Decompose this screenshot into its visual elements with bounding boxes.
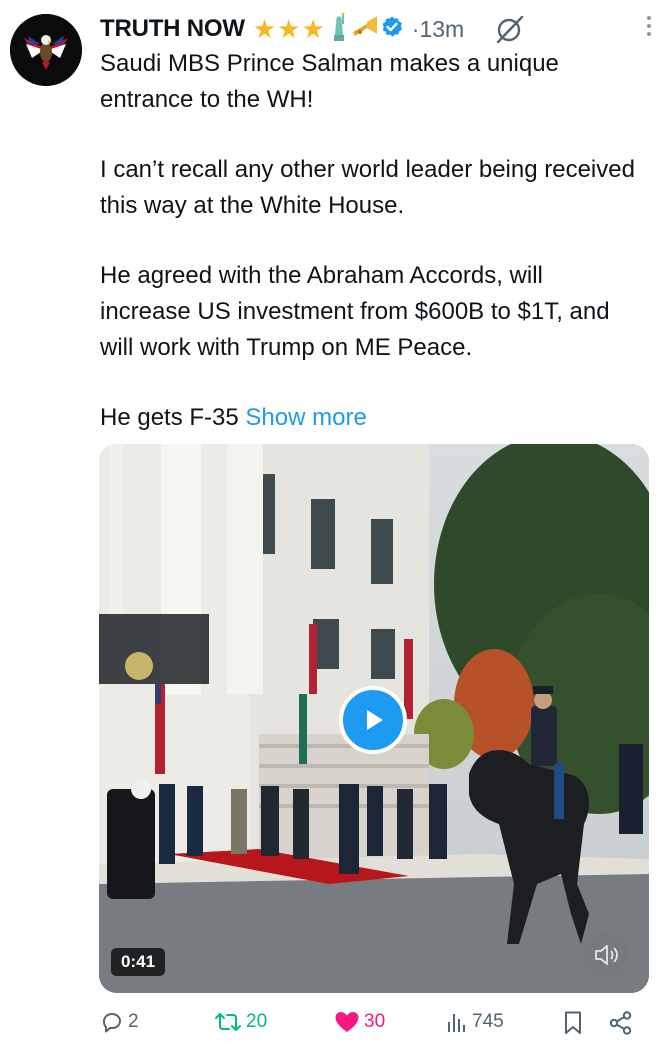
like-button[interactable]: 30 — [334, 1010, 385, 1034]
like-count: 30 — [364, 1011, 386, 1032]
views-button[interactable]: 745 — [446, 1010, 504, 1034]
repost-button[interactable]: 20 — [214, 1010, 267, 1034]
bookmark-button[interactable] — [562, 1010, 584, 1036]
analytics-icon — [448, 1014, 465, 1032]
action-bar: 2 20 30 745 — [100, 1010, 640, 1044]
author-avatar[interactable] — [10, 14, 82, 86]
post-paragraph: Saudi MBS Prince Salman makes a unique e… — [100, 50, 559, 113]
share-button[interactable] — [608, 1010, 634, 1036]
video-duration: 0:41 — [111, 948, 166, 976]
grok-icon[interactable] — [494, 13, 526, 45]
bookmark-icon — [565, 1011, 581, 1034]
post-header: TRUTH NOW ★ ★ ★ ·13m — [100, 12, 658, 46]
post-paragraph: I can’t recall any other world leader be… — [100, 156, 635, 219]
post-timestamp[interactable]: 13m — [419, 16, 464, 42]
reply-icon — [103, 1013, 121, 1033]
verified-badge-icon — [380, 15, 404, 44]
star-icon: ★ — [301, 14, 325, 44]
post-truncated-text: He gets F-35 — [100, 404, 239, 431]
play-button[interactable] — [339, 686, 407, 754]
reply-button[interactable]: 2 — [100, 1010, 139, 1034]
repost-icon — [215, 1013, 241, 1031]
star-icon: ★ — [277, 14, 301, 44]
more-options-icon[interactable] — [640, 15, 658, 43]
trumpet-icon — [351, 14, 379, 45]
mute-button[interactable] — [583, 932, 629, 978]
repost-count: 20 — [246, 1011, 268, 1032]
heart-icon — [335, 1012, 359, 1032]
post-last-line: He gets F-35 Show more — [100, 400, 640, 436]
statue-of-liberty-icon — [326, 12, 350, 46]
speaker-muted-icon — [595, 945, 618, 965]
reply-count: 2 — [128, 1011, 139, 1032]
post-paragraph: He agreed with the Abraham Accords, will… — [100, 262, 610, 361]
view-count: 745 — [472, 1011, 504, 1032]
show-more-link[interactable]: Show more — [245, 404, 366, 431]
author-badges: ★ ★ ★ — [252, 12, 404, 46]
star-icon: ★ — [252, 14, 277, 44]
share-icon — [609, 1011, 632, 1035]
author-name[interactable]: TRUTH NOW — [100, 15, 245, 43]
video-player[interactable]: 0:41 — [99, 444, 649, 993]
play-icon — [367, 710, 383, 730]
post-text: Saudi MBS Prince Salman makes a unique e… — [100, 46, 640, 470]
